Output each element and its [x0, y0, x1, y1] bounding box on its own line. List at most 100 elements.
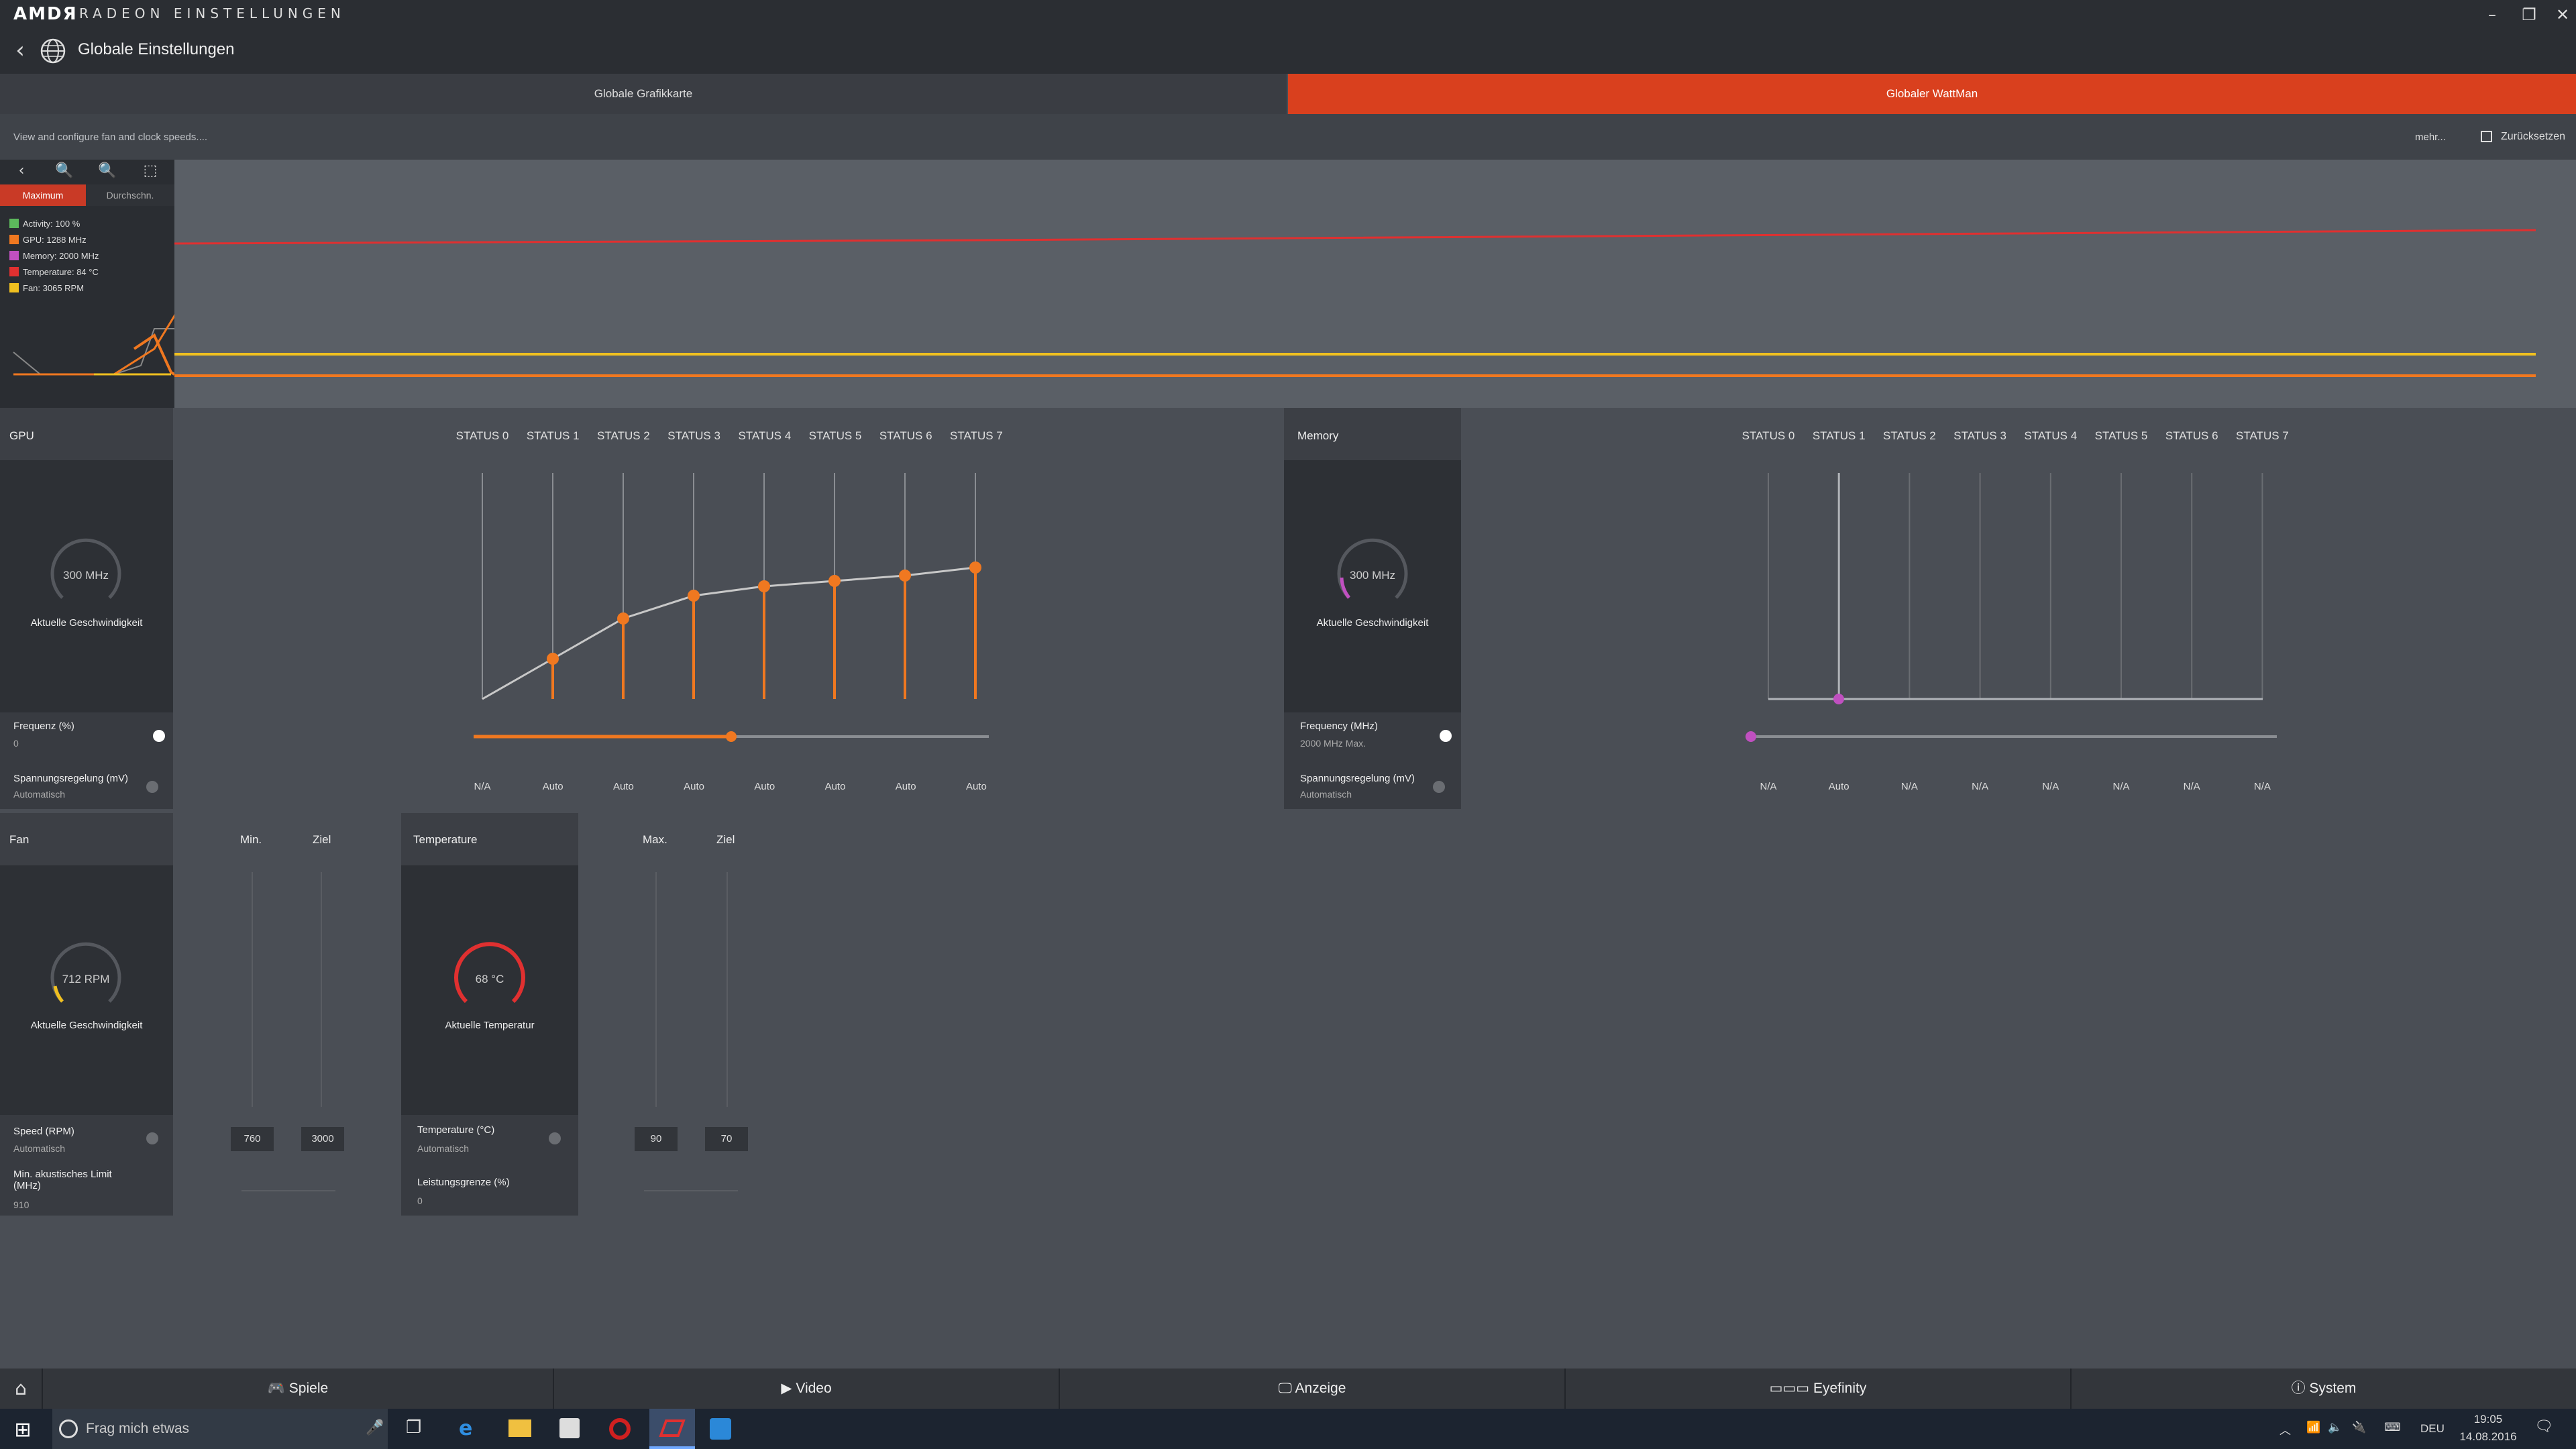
teamviewer-icon[interactable]	[710, 1418, 731, 1440]
gpu-state-handle-6[interactable]	[899, 570, 911, 582]
slider-thumb[interactable]	[726, 731, 737, 742]
memory-status-6[interactable]: STATUS 6	[2158, 429, 2225, 443]
temperature-target-value[interactable]: 70	[705, 1127, 748, 1151]
tab-games[interactable]: 🎮 Spiele	[42, 1368, 553, 1409]
clock-time[interactable]: 19:05	[2458, 1413, 2518, 1426]
gpu-state-handle-3[interactable]	[688, 590, 700, 602]
zoom-in-icon[interactable]: 🔍	[43, 160, 86, 182]
gpu-frequency-slider[interactable]	[470, 728, 993, 745]
gpu-state-handle-7[interactable]	[969, 561, 981, 574]
page-title: Globale Einstellungen	[78, 40, 235, 58]
gpu-state-handle-2[interactable]	[617, 612, 629, 625]
file-explorer-icon[interactable]	[508, 1419, 531, 1437]
back-arrow-icon[interactable]: ‹	[7, 37, 34, 64]
fan-speed-toggle[interactable]	[146, 1132, 158, 1144]
search-box[interactable]: Frag mich etwas	[52, 1409, 388, 1449]
memory-state-chart[interactable]	[1744, 463, 2281, 704]
clock-date[interactable]: 14.08.2016	[2458, 1430, 2518, 1444]
collapse-icon[interactable]: ‹	[0, 160, 43, 182]
language-indicator[interactable]: DEU	[2420, 1422, 2445, 1436]
memory-volt-state-3[interactable]: N/A	[1959, 775, 2002, 799]
memory-gauge-label: Aktuelle Geschwindigkeit	[1316, 617, 1429, 629]
fan-target-slider-track[interactable]	[321, 872, 322, 1107]
fan-min-value[interactable]: 760	[231, 1127, 274, 1151]
temperature-col-max: Max.	[643, 833, 667, 846]
temperature-label: Temperature (°C)	[417, 1124, 495, 1136]
memory-status-5[interactable]: STATUS 5	[2088, 429, 2155, 443]
reset-button[interactable]: Zurücksetzen	[2501, 131, 2565, 143]
volume-icon[interactable]: 🔈	[2328, 1421, 2342, 1434]
memory-status-1[interactable]: STATUS 1	[1805, 429, 1872, 443]
temperature-target-slider-track[interactable]	[727, 872, 728, 1107]
microphone-icon[interactable]: 🎤	[366, 1419, 384, 1436]
tab-display[interactable]: 🖵 Anzeige	[1059, 1368, 1564, 1409]
fan-target-value[interactable]: 3000	[301, 1127, 344, 1151]
gpu-state-handle-4[interactable]	[758, 580, 770, 592]
gpu-state-handle-1[interactable]	[547, 653, 559, 665]
memory-volt-state-5[interactable]: N/A	[2100, 775, 2143, 799]
network-icon[interactable]: 📶	[2306, 1421, 2320, 1434]
windows-start-icon[interactable]: ⊞	[9, 1417, 36, 1444]
radeon-taskbar-icon[interactable]	[649, 1409, 695, 1449]
fan-min-slider-track[interactable]	[252, 872, 253, 1107]
home-icon[interactable]: ⌂	[0, 1368, 42, 1409]
tab-global-wattman[interactable]: Globaler WattMan	[1288, 74, 2576, 114]
fan-acoustic-slider[interactable]	[241, 1190, 335, 1191]
edge-icon[interactable]: e	[459, 1417, 472, 1440]
memory-volt-state-1[interactable]: Auto	[1817, 775, 1860, 799]
fit-view-icon[interactable]: ⬚	[129, 160, 172, 182]
tab-eyefinity[interactable]: ▭▭▭ Eyefinity	[1564, 1368, 2070, 1409]
tray-chevron-icon[interactable]: ︿	[2279, 1421, 2291, 1438]
legend-temperature[interactable]: Temperature: 84 °C	[9, 267, 99, 277]
temperature-max-value[interactable]: 90	[635, 1127, 678, 1151]
memory-volt-state-7[interactable]: N/A	[2241, 775, 2284, 799]
battery-icon[interactable]: 🔌	[2352, 1421, 2366, 1434]
info-icon: ⓘ	[2291, 1381, 2310, 1396]
store-icon[interactable]	[559, 1418, 580, 1438]
memory-volt-state-4[interactable]: N/A	[2029, 775, 2072, 799]
tab-video[interactable]: ▶ Video	[553, 1368, 1059, 1409]
fan-speed-label: Speed (RPM)	[13, 1126, 74, 1137]
more-link[interactable]: mehr...	[2415, 131, 2446, 143]
temperature-max-slider-track[interactable]	[655, 872, 657, 1107]
task-view-icon[interactable]: ❐	[406, 1417, 421, 1438]
gamepad-icon: 🎮	[267, 1381, 289, 1396]
close-button[interactable]: ✕	[2546, 1, 2576, 28]
opera-icon[interactable]	[609, 1418, 631, 1440]
zoom-out-icon[interactable]: 🔍	[86, 160, 129, 182]
temperature-toggle[interactable]	[549, 1132, 561, 1144]
power-limit-slider[interactable]	[644, 1190, 738, 1191]
temperature-gauge-label: Aktuelle Temperatur	[445, 1020, 535, 1031]
memory-frequency-slider[interactable]	[1744, 728, 2281, 745]
legend-memory[interactable]: Memory: 2000 MHz	[9, 251, 99, 261]
mode-maximum-button[interactable]: Maximum	[0, 184, 86, 206]
checkbox-icon[interactable]	[9, 235, 19, 244]
keyboard-icon[interactable]: ⌨	[2384, 1421, 2401, 1434]
memory-status-7[interactable]: STATUS 7	[2229, 429, 2296, 443]
minimize-button[interactable]: –	[2475, 1, 2509, 28]
checkbox-icon[interactable]	[9, 267, 19, 276]
memory-status-2[interactable]: STATUS 2	[1876, 429, 1943, 443]
checkbox-icon[interactable]	[9, 251, 19, 260]
memory-volt-state-6[interactable]: N/A	[2170, 775, 2213, 799]
legend-activity[interactable]: Activity: 100 %	[9, 219, 80, 229]
memory-status-3[interactable]: STATUS 3	[1947, 429, 2014, 443]
notifications-icon[interactable]: 🗨	[2534, 1418, 2553, 1435]
reset-icon[interactable]	[2481, 131, 2492, 142]
memory-state-handle[interactable]	[1833, 694, 1844, 704]
slider-thumb[interactable]	[1746, 731, 1756, 742]
gpu-freq-toggle[interactable]	[153, 730, 165, 742]
gpu-state-curve[interactable]	[456, 463, 1006, 704]
tab-system[interactable]: ⓘ System	[2070, 1368, 2576, 1409]
maximize-button[interactable]: ❐	[2512, 1, 2546, 28]
memory-volt-state-2[interactable]: N/A	[1888, 775, 1931, 799]
legend-gpu[interactable]: GPU: 1288 MHz	[9, 235, 87, 245]
mode-average-button[interactable]: Durchschn.	[86, 184, 174, 206]
checkbox-icon[interactable]	[9, 219, 19, 228]
gpu-state-handle-5[interactable]	[828, 575, 841, 587]
memory-freq-toggle[interactable]	[1440, 730, 1452, 742]
memory-status-0[interactable]: STATUS 0	[1735, 429, 1802, 443]
tab-global-graphics[interactable]: Globale Grafikkarte	[0, 74, 1287, 114]
memory-volt-state-0[interactable]: N/A	[1747, 775, 1790, 799]
memory-status-4[interactable]: STATUS 4	[2017, 429, 2084, 443]
